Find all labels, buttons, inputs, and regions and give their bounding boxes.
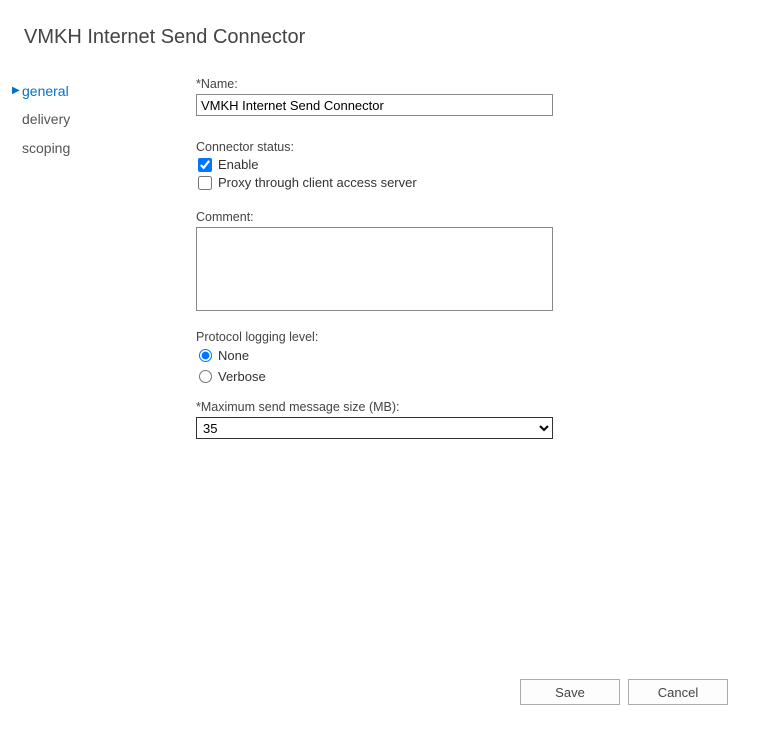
comment-group: Comment: [196,210,764,314]
connector-status-label: Connector status: [196,140,764,154]
proto-label: Protocol logging level: [196,330,764,344]
enable-label: Enable [218,157,258,172]
sidebar-item-label: delivery [22,108,70,130]
comment-textarea[interactable] [196,227,553,311]
name-label: *Name: [196,77,764,91]
page-title: VMKH Internet Send Connector [0,0,764,49]
sidebar: ▶ general ▶ delivery ▶ scoping [0,77,180,455]
proto-verbose-label: Verbose [218,369,266,384]
connector-status-group: Connector status: Enable Proxy through c… [196,140,764,190]
sidebar-item-label: general [22,80,69,102]
maxsize-label: *Maximum send message size (MB): [196,400,764,414]
caret-right-icon: ▶ [12,83,22,99]
main-form: *Name: Connector status: Enable Proxy th… [180,77,764,455]
sidebar-item-delivery[interactable]: ▶ delivery [10,105,180,133]
proto-verbose-radio[interactable] [199,370,212,383]
name-input[interactable] [196,94,553,116]
footer: Save Cancel [520,679,728,705]
name-group: *Name: [196,77,764,116]
maxsize-group: *Maximum send message size (MB): 35 [196,400,764,439]
proto-group: Protocol logging level: None Verbose [196,330,764,384]
proxy-label: Proxy through client access server [218,175,417,190]
cancel-button[interactable]: Cancel [628,679,728,705]
enable-checkbox[interactable] [198,158,212,172]
content-area: ▶ general ▶ delivery ▶ scoping *Name: Co… [0,77,764,455]
proxy-checkbox[interactable] [198,176,212,190]
sidebar-item-general[interactable]: ▶ general [10,77,180,105]
comment-label: Comment: [196,210,764,224]
proto-none-label: None [218,348,249,363]
maxsize-select[interactable]: 35 [196,417,553,439]
save-button[interactable]: Save [520,679,620,705]
proto-none-radio[interactable] [199,349,212,362]
sidebar-item-label: scoping [22,137,70,159]
sidebar-item-scoping[interactable]: ▶ scoping [10,134,180,162]
